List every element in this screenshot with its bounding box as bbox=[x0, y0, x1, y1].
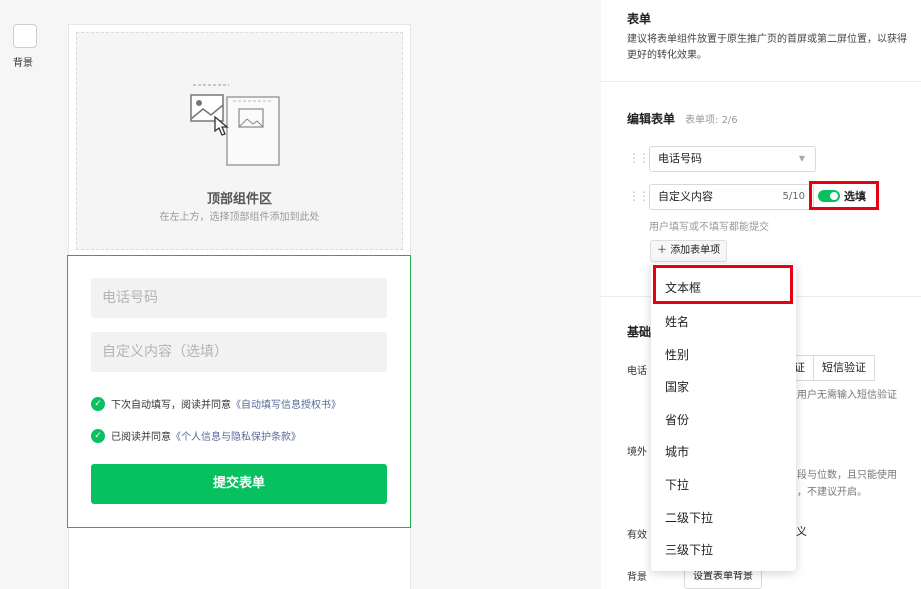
add-item-dropdown: 文本框 姓名 性别 国家 省份 城市 下拉 二级下拉 三级下拉 bbox=[651, 264, 796, 571]
background-tool-label: 背景 bbox=[13, 58, 33, 69]
top-zone-title: 顶部组件区 bbox=[206, 192, 272, 207]
phone-select-value: 电话号码 bbox=[658, 152, 702, 165]
submit-form-button: 提交表单 bbox=[91, 464, 387, 504]
phone-field-preview: 电话号码 bbox=[91, 278, 387, 318]
check-icon: ✓ bbox=[91, 396, 105, 411]
dropdown-item-city[interactable]: 城市 bbox=[665, 443, 689, 460]
form-section-title: 表单 bbox=[627, 12, 652, 26]
edit-form-label: 编辑表单 bbox=[627, 112, 676, 126]
dropdown-item-country[interactable]: 国家 bbox=[665, 378, 689, 395]
optional-label: 选填 bbox=[844, 189, 866, 203]
verify-mode-group: 证 短信验证 bbox=[785, 355, 875, 381]
check-icon: ✓ bbox=[91, 428, 105, 443]
privacy-consent-text: 已阅读并同意 bbox=[111, 432, 171, 443]
plus-icon: ＋ bbox=[657, 245, 671, 256]
valid-label: 有效 bbox=[627, 530, 647, 541]
form-component[interactable]: 电话号码 自定义内容（选填） ✓ 下次自动填写，阅读并同意 《自动填写信息授权书》… bbox=[67, 255, 411, 528]
privacy-consent-row: ✓ 已阅读并同意 《个人信息与隐私保护条款》 bbox=[91, 428, 301, 443]
verify-note: 用户无需输入短信验证 bbox=[797, 390, 897, 401]
form-bg-label: 背景 bbox=[627, 572, 647, 583]
basic-section-title: 基础 bbox=[627, 325, 652, 339]
autofill-consent-text: 下次自动填写，阅读并同意 bbox=[111, 400, 231, 411]
privacy-policy-link: 《个人信息与隐私保护条款》 bbox=[171, 432, 301, 443]
drag-handle-icon[interactable]: ⋮⋮ bbox=[628, 151, 650, 165]
form-section-desc: 建议将表单组件放置于原生推广页的首屏或第二屏位置，以获得更好的转化效果。 bbox=[627, 34, 907, 61]
dropdown-item-two-level-select[interactable]: 二级下拉 bbox=[665, 509, 713, 526]
overseas-note-1: 段与位数，且只能使用 bbox=[797, 470, 897, 481]
add-form-item-label: 添加表单项 bbox=[670, 245, 721, 256]
chevron-down-icon: ▼ bbox=[798, 154, 805, 163]
phone-type-select[interactable]: 电话号码 ▼ bbox=[649, 146, 816, 172]
custom-field-preview: 自定义内容（选填） bbox=[91, 332, 387, 372]
drag-handle-icon[interactable]: ⋮⋮ bbox=[628, 189, 650, 203]
overseas-label: 境外 bbox=[627, 447, 647, 458]
background-tool-button[interactable] bbox=[13, 24, 37, 48]
overseas-note-2: ，不建议开启。 bbox=[797, 487, 867, 498]
optional-hint: 用户填写或不填写都能提交 bbox=[649, 222, 769, 233]
dropdown-item-textbox[interactable]: 文本框 bbox=[665, 279, 701, 296]
dropdown-item-province[interactable]: 省份 bbox=[665, 411, 689, 428]
add-form-item-button[interactable]: ＋ 添加表单项 bbox=[650, 240, 728, 262]
char-count: 5/10 bbox=[782, 191, 805, 202]
autofill-consent-row: ✓ 下次自动填写，阅读并同意 《自动填写信息授权书》 bbox=[91, 396, 341, 411]
add-image-illustration-icon bbox=[190, 84, 280, 166]
top-component-zone[interactable]: 顶部组件区 在左上方，选择顶部组件添加到此处 bbox=[76, 32, 403, 250]
custom-content-input[interactable]: 自定义内容 5/10 bbox=[649, 184, 814, 210]
form-item-count: 表单项: 2/6 bbox=[685, 115, 738, 126]
edit-form-title: 编辑表单 表单项: 2/6 bbox=[627, 110, 738, 127]
dropdown-item-gender[interactable]: 性别 bbox=[665, 346, 689, 363]
valid-value: 义 bbox=[796, 525, 807, 538]
dropdown-item-select[interactable]: 下拉 bbox=[665, 476, 689, 493]
divider bbox=[601, 81, 921, 82]
dropdown-item-three-level-select[interactable]: 三级下拉 bbox=[665, 541, 713, 558]
optional-toggle[interactable] bbox=[818, 189, 840, 202]
autofill-auth-link: 《自动填写信息授权书》 bbox=[231, 400, 341, 411]
custom-input-value: 自定义内容 bbox=[658, 190, 713, 203]
optional-toggle-highlight[interactable]: 选填 bbox=[809, 181, 879, 210]
top-zone-hint: 在左上方，选择顶部组件添加到此处 bbox=[159, 212, 320, 223]
sms-verify-option[interactable]: 短信验证 bbox=[814, 355, 875, 381]
dropdown-item-name[interactable]: 姓名 bbox=[665, 313, 689, 330]
phone-verify-label: 电话 bbox=[627, 366, 647, 377]
